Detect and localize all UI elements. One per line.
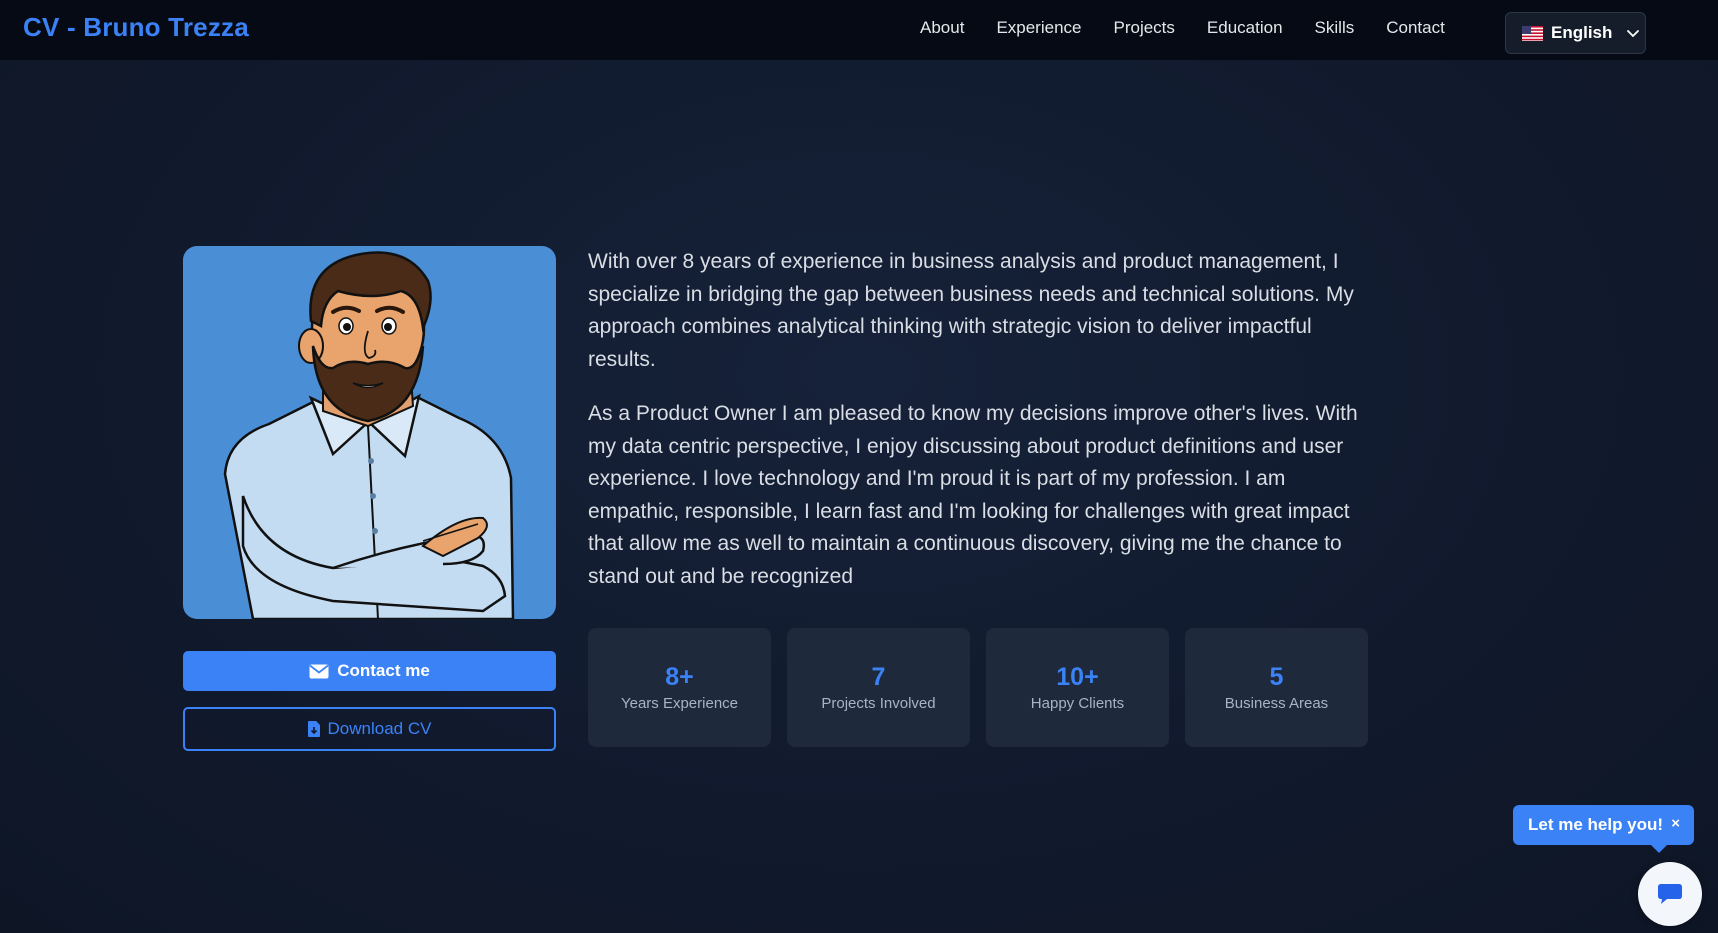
nav-education[interactable]: Education xyxy=(1207,18,1283,38)
nav-projects[interactable]: Projects xyxy=(1114,18,1175,38)
about-paragraph: With over 8 years of experience in busin… xyxy=(588,250,1354,371)
navbar: CV - Bruno Trezza About Experience Proje… xyxy=(0,0,1718,60)
stat-card: 8+ Years Experience xyxy=(588,628,771,747)
envelope-icon xyxy=(309,664,329,678)
language-label: English xyxy=(1551,23,1613,42)
stat-value: 5 xyxy=(1269,663,1284,691)
stats-row: 8+ Years Experience 7 Projects Involved … xyxy=(588,628,1368,747)
cartoon-man-portrait xyxy=(223,251,515,619)
close-icon[interactable]: × xyxy=(1671,815,1680,832)
stat-value: 10+ xyxy=(1056,663,1099,691)
nav-experience[interactable]: Experience xyxy=(996,18,1081,38)
about-section: With over 8 years of experience in busin… xyxy=(588,246,1378,615)
us-flag-icon xyxy=(1522,25,1543,41)
file-download-icon xyxy=(307,721,320,737)
nav-links: About Experience Projects Education Skil… xyxy=(920,18,1477,38)
language-selector[interactable]: English xyxy=(1505,12,1646,54)
stat-value: 7 xyxy=(871,663,886,691)
stat-label: Business Areas xyxy=(1224,695,1329,712)
stat-label: Projects Involved xyxy=(821,695,936,712)
stat-card: 5 Business Areas xyxy=(1185,628,1368,747)
stat-value: 8+ xyxy=(665,663,694,691)
about-paragraph: As a Product Owner I am pleased to know … xyxy=(588,402,1358,588)
chat-launcher-button[interactable] xyxy=(1638,862,1702,926)
stat-label: Happy Clients xyxy=(1030,695,1125,712)
stat-label: Years Experience xyxy=(620,695,739,712)
nav-skills[interactable]: Skills xyxy=(1315,18,1355,38)
contact-me-label: Contact me xyxy=(337,661,430,680)
chevron-down-icon xyxy=(1627,30,1640,38)
download-cv-button[interactable]: Download CV xyxy=(183,707,556,751)
nav-contact[interactable]: Contact xyxy=(1386,18,1445,38)
site-brand[interactable]: CV - Bruno Trezza xyxy=(23,12,249,43)
chat-help-bubble[interactable]: Let me help you! × xyxy=(1513,805,1694,853)
stat-card: 10+ Happy Clients xyxy=(986,628,1169,747)
contact-me-button[interactable]: Contact me xyxy=(183,651,556,691)
profile-avatar xyxy=(183,246,556,619)
chat-help-text: Let me help you! xyxy=(1528,815,1664,834)
download-cv-label: Download CV xyxy=(327,719,432,738)
nav-about[interactable]: About xyxy=(920,18,964,38)
stat-card: 7 Projects Involved xyxy=(787,628,970,747)
chat-bubble-icon xyxy=(1658,884,1682,904)
